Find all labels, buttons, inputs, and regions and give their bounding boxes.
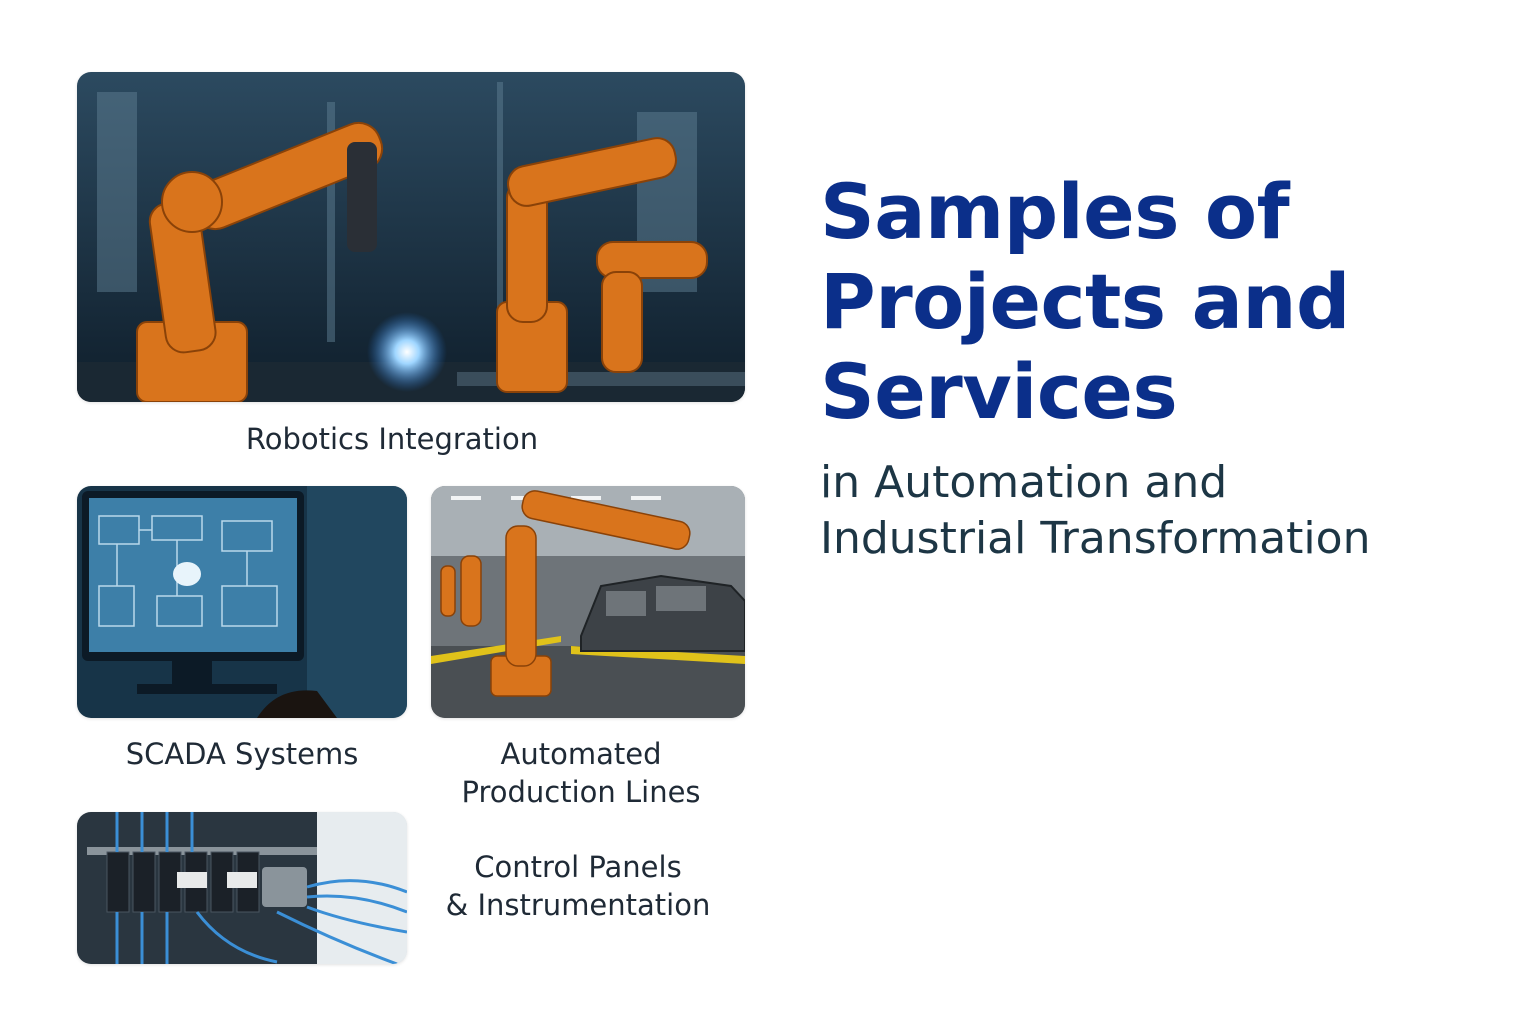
control-panels-caption: Control Panels & Instrumentation [445,850,711,922]
automated-production-lines-image [431,486,745,718]
page-subtitle: in Automation and Industrial Transformat… [820,457,1371,564]
page-title: Samples of Projects and Services [820,167,1350,436]
control-panels-image [77,812,407,964]
robotics-integration-caption: Robotics Integration [245,422,539,456]
robotics-integration-image [77,72,745,402]
scada-systems-caption: SCADA Systems [125,737,359,771]
automated-production-lines-caption: Automated Production Lines [461,737,701,809]
scada-systems-image [77,486,407,718]
